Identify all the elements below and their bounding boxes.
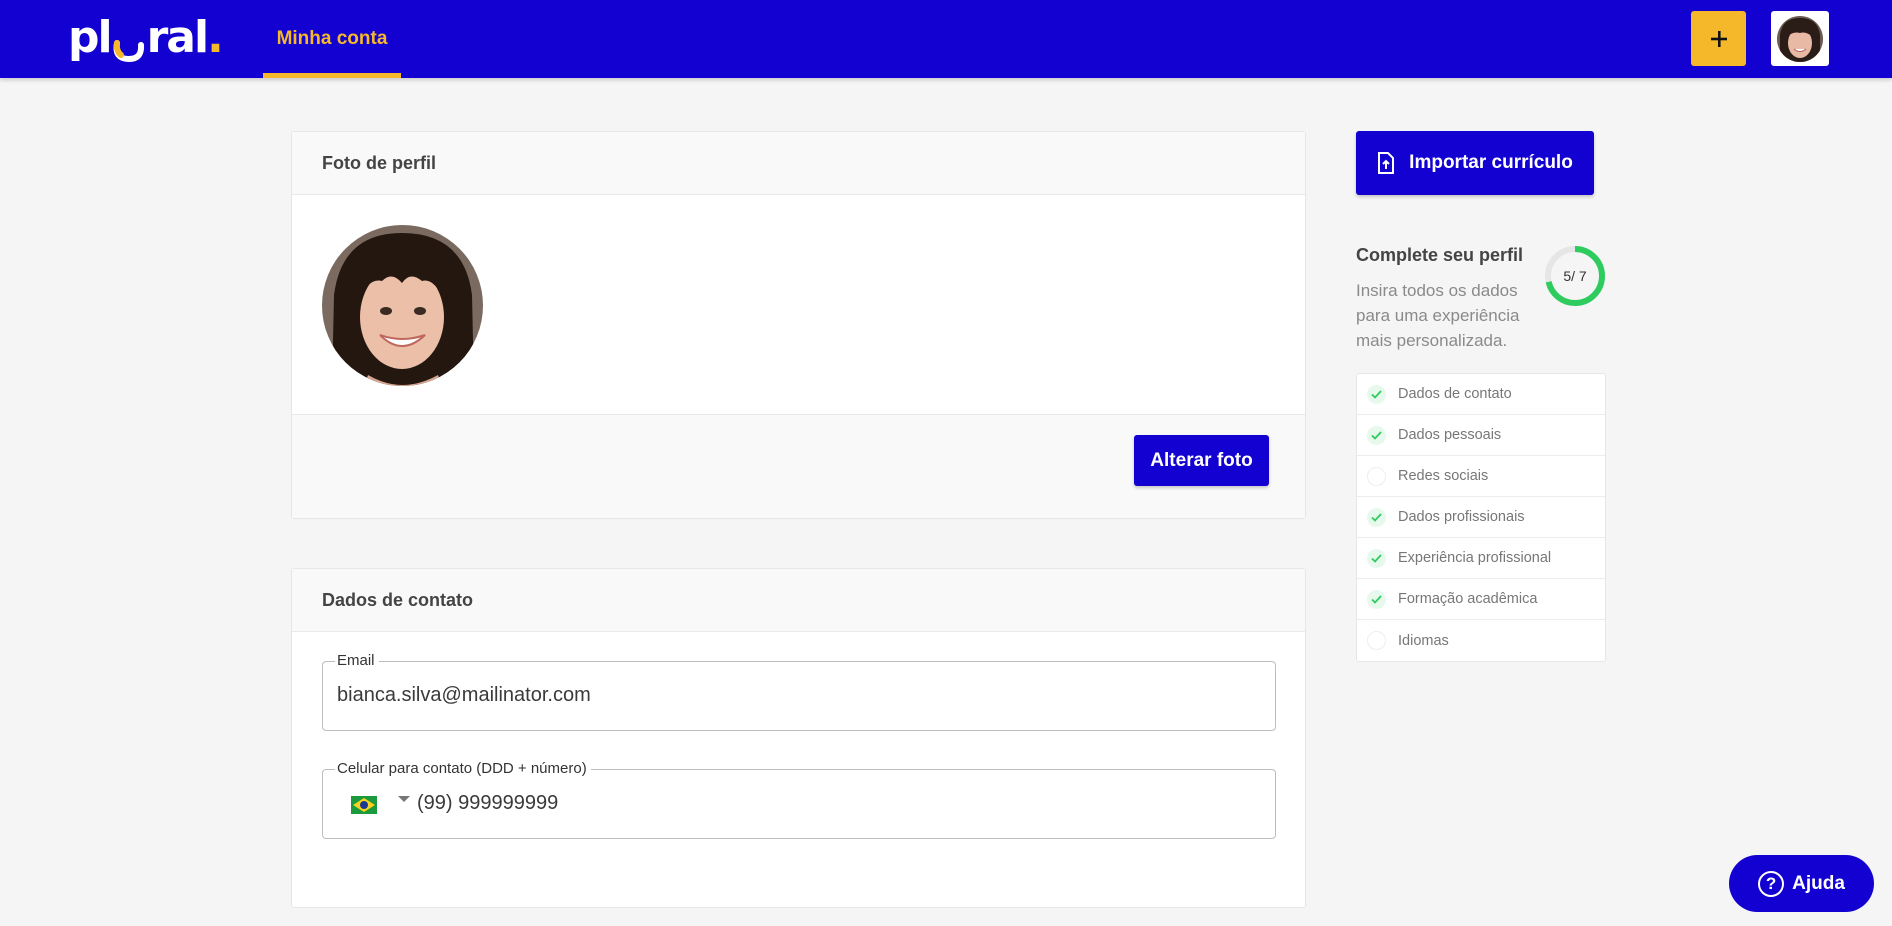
phone-label: Celular para contato (DDD + número): [335, 760, 591, 777]
tab-minha-conta[interactable]: Minha conta: [263, 0, 401, 78]
add-button[interactable]: [1691, 11, 1746, 66]
phone-field[interactable]: Celular para contato (DDD + número) (99)…: [322, 760, 1276, 839]
email-field[interactable]: Email bianca.silva@mailinator.com: [322, 652, 1276, 731]
import-resume-label: Importar currículo: [1409, 152, 1573, 173]
help-icon: ?: [1758, 870, 1785, 897]
checklist-item-label: Experiência profissional: [1398, 550, 1552, 566]
complete-profile-description: Insira todos os dados para uma experiênc…: [1356, 281, 1520, 350]
checklist-item-label: Redes sociais: [1398, 468, 1489, 484]
logo-swoosh-icon: [112, 25, 146, 63]
checklist-item-label: Dados profissionais: [1398, 509, 1525, 525]
profile-photo-card: Foto de perfil Alterar foto: [291, 131, 1306, 519]
empty-circle-icon: [1367, 466, 1386, 486]
profile-checklist: Dados de contato Dados pessoais Redes soci…: [1356, 373, 1606, 662]
avatar: [1777, 15, 1823, 62]
photo-body: [292, 195, 1305, 415]
logo-text-left: pl: [68, 11, 113, 63]
check-icon: [1367, 384, 1386, 404]
checklist-item-label: Idiomas: [1398, 632, 1449, 649]
brazil-flag-icon[interactable]: [351, 796, 377, 814]
checklist-item[interactable]: Dados pessoais: [1357, 415, 1605, 456]
plooral-logo[interactable]: pl ral .: [68, 11, 224, 63]
logo-text-right: ral: [146, 11, 210, 63]
complete-profile-title: Complete seu perfil: [1356, 245, 1524, 265]
help-button[interactable]: ? Ajuda: [1729, 855, 1874, 912]
checklist-item-label: Formação acadêmica: [1398, 591, 1538, 607]
checklist-item[interactable]: Dados de contato: [1357, 374, 1605, 415]
user-avatar-button[interactable]: [1771, 11, 1829, 66]
email-value[interactable]: bianca.silva@mailinator.com: [337, 684, 591, 707]
checklist-item[interactable]: Idiomas: [1357, 620, 1605, 661]
checklist-item[interactable]: Redes sociais: [1357, 456, 1605, 497]
profile-progress-ring: 5/ 7: [1544, 245, 1606, 307]
top-navbar: pl ral . Minha conta: [0, 0, 1892, 78]
checklist-item-label: Dados de contato: [1398, 386, 1512, 402]
checklist-item[interactable]: Experiência profissional: [1357, 538, 1605, 579]
help-label: Ajuda: [1792, 872, 1845, 894]
file-upload-icon: [1378, 152, 1395, 174]
country-dropdown-icon[interactable]: [398, 796, 410, 802]
photo-card-footer: Alterar foto: [292, 414, 1305, 518]
checklist-item[interactable]: Dados profissionais: [1357, 497, 1605, 538]
check-icon: [1367, 589, 1386, 609]
plus-icon: [1710, 30, 1727, 47]
checklist-item[interactable]: Formação acadêmica: [1357, 579, 1605, 620]
contact-data-card: Dados de contato Email bianca.silva@mail…: [291, 568, 1306, 908]
phone-value[interactable]: (99) 999999999: [417, 792, 558, 815]
import-resume-button[interactable]: Importar currículo: [1356, 131, 1594, 195]
check-icon: [1367, 507, 1386, 527]
card-title: Foto de perfil: [292, 132, 1305, 195]
logo-dot: .: [207, 11, 224, 63]
card-title: Dados de contato: [292, 569, 1305, 632]
change-photo-button[interactable]: Alterar foto: [1134, 435, 1269, 486]
email-label: Email: [335, 652, 379, 669]
checklist-item-label: Dados pessoais: [1398, 427, 1502, 443]
profile-photo: [322, 225, 483, 386]
progress-label: 5/ 7: [1563, 268, 1587, 284]
check-icon: [1367, 548, 1386, 568]
check-icon: [1367, 425, 1386, 445]
empty-circle-icon: [1367, 631, 1386, 650]
